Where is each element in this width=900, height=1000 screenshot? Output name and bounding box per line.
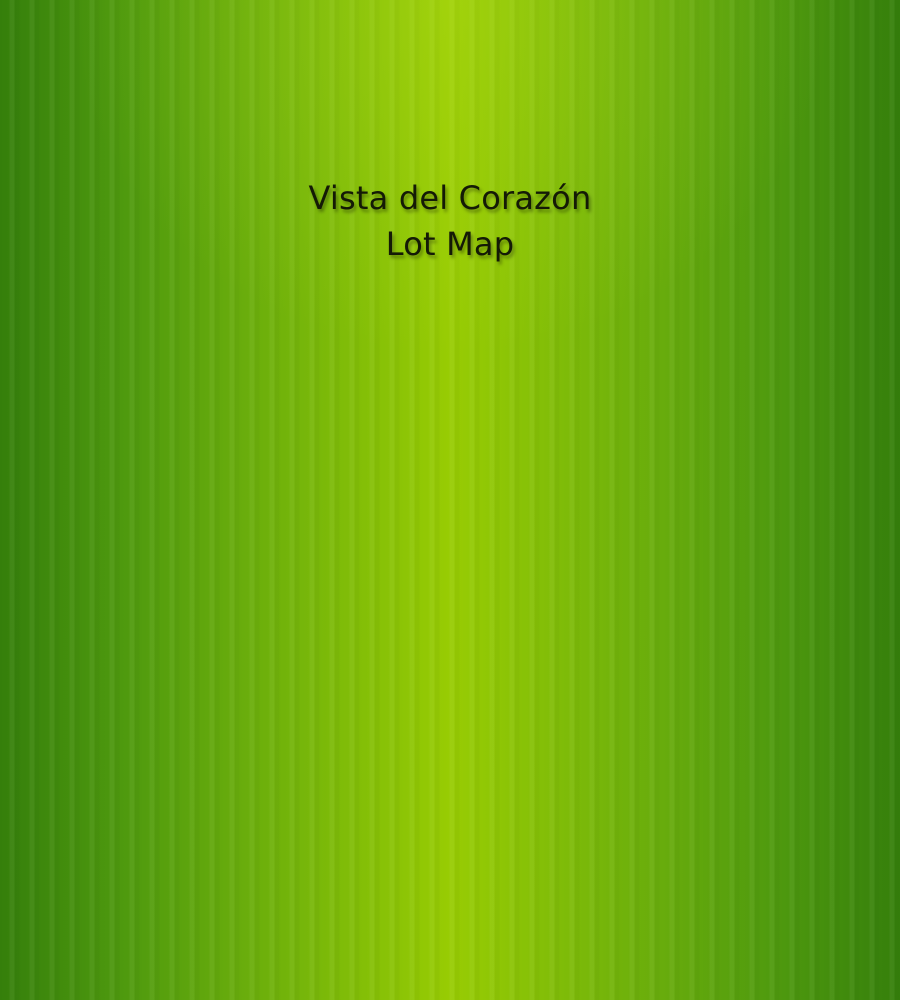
title-line-lot-map: Lot Map	[385, 225, 515, 263]
title-line-community-name: Vista del Corazón	[308, 179, 592, 217]
lot-map-page: Vista del Corazón Lot Map	[0, 0, 900, 1000]
page-title: Vista del Corazón Lot Map	[0, 175, 900, 267]
